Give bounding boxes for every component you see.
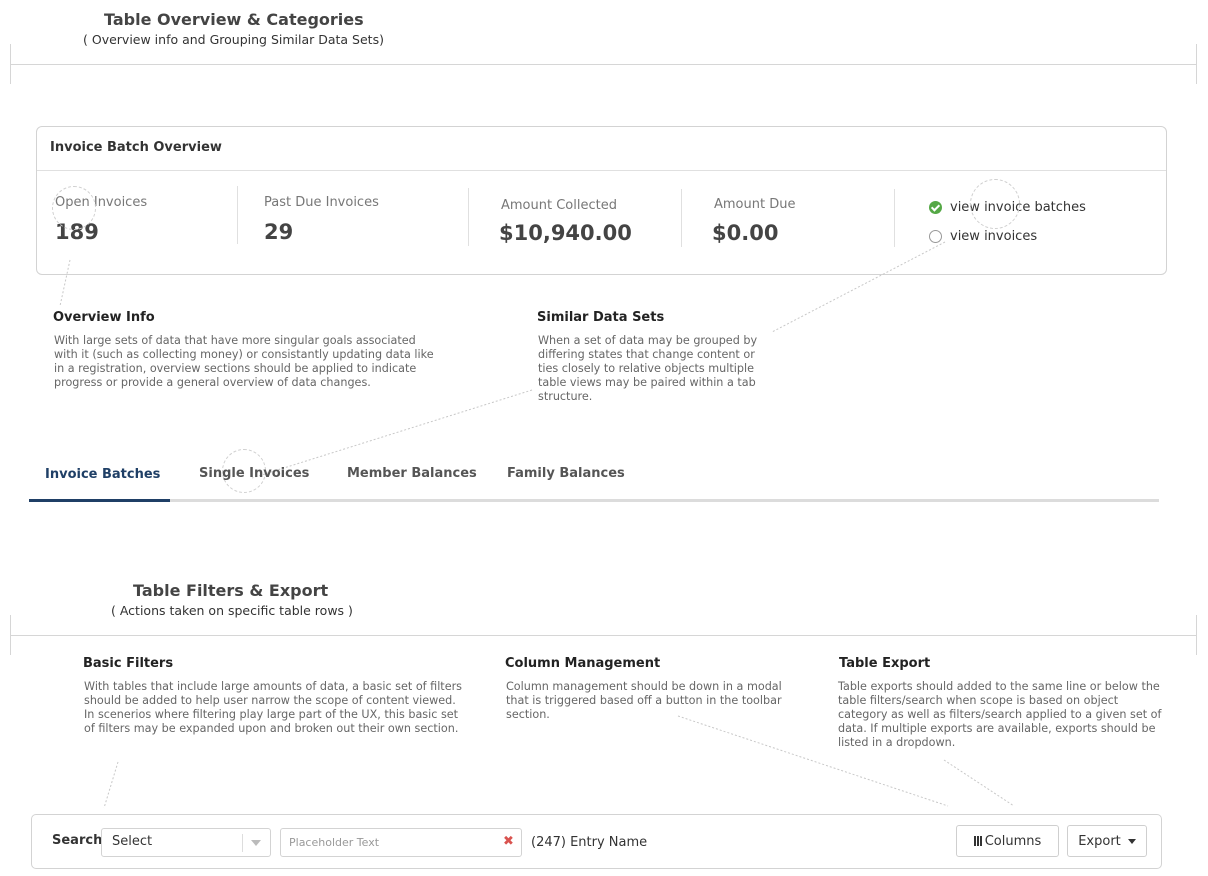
filter-select[interactable]: Select bbox=[101, 828, 271, 857]
note-text-table-export: Table exports should added to the same l… bbox=[838, 680, 1162, 749]
chevron-down-icon bbox=[251, 840, 261, 846]
search-label: Search bbox=[52, 833, 103, 848]
table-toolbar: Search Select ✖ (247) Entry Name Columns… bbox=[31, 814, 1162, 869]
export-button[interactable]: Export bbox=[1067, 825, 1147, 857]
columns-button[interactable]: Columns bbox=[956, 825, 1059, 857]
select-separator bbox=[242, 834, 243, 852]
note-text-column-management: Column management should be down in a mo… bbox=[506, 680, 782, 721]
note-text-overview-info: With large sets of data that have more s… bbox=[54, 334, 434, 389]
export-button-label: Export bbox=[1078, 833, 1121, 849]
note-title-column-management: Column Management bbox=[505, 656, 661, 671]
note-title-similar-data-sets: Similar Data Sets bbox=[537, 310, 665, 325]
bracket-right bbox=[1196, 615, 1197, 655]
entry-count: (247) Entry Name bbox=[531, 835, 648, 850]
clear-search-icon[interactable]: ✖ bbox=[503, 834, 514, 850]
tab-family-balances[interactable]: Family Balances bbox=[507, 466, 625, 481]
note-title-overview-info: Overview Info bbox=[53, 310, 155, 325]
note-text-similar-data-sets: When a set of data may be grouped by dif… bbox=[538, 334, 758, 403]
tab-track bbox=[29, 499, 1159, 502]
note-title-table-export: Table Export bbox=[839, 656, 931, 671]
tab-invoice-batches[interactable]: Invoice Batches bbox=[45, 467, 160, 482]
note-title-basic-filters: Basic Filters bbox=[83, 656, 174, 671]
tab-member-balances[interactable]: Member Balances bbox=[347, 466, 477, 481]
section-subtitle-filters: ( Actions taken on specific table rows ) bbox=[111, 603, 353, 618]
note-text-basic-filters: With tables that include large amounts o… bbox=[84, 680, 463, 735]
caret-down-icon bbox=[1127, 838, 1136, 844]
search-input[interactable] bbox=[280, 828, 522, 857]
tab-single-invoices[interactable]: Single Invoices bbox=[199, 466, 309, 481]
columns-icon bbox=[973, 836, 982, 846]
bracket-line bbox=[10, 635, 1197, 636]
columns-button-label: Columns bbox=[984, 833, 1042, 849]
filter-select-value: Select bbox=[112, 834, 153, 849]
section-title-filters: Table Filters & Export bbox=[133, 581, 329, 600]
tab-bar: Invoice Batches Single Invoices Member B… bbox=[29, 455, 1159, 502]
tab-active-underline bbox=[29, 499, 170, 502]
